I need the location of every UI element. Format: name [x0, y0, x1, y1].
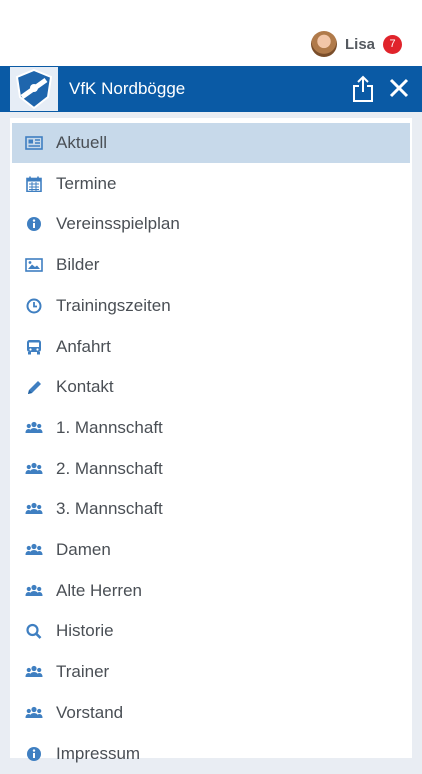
menu-item-impressum[interactable]: Impressum	[12, 734, 410, 774]
group-icon	[25, 584, 43, 596]
menu-item-damen[interactable]: Damen	[12, 530, 410, 570]
pencil-icon	[28, 381, 41, 395]
menu-item-kontakt[interactable]: Kontakt	[12, 367, 410, 407]
menu-item-historie[interactable]: Historie	[12, 611, 410, 651]
menu-item-label: Impressum	[56, 743, 141, 763]
group-icon	[25, 543, 43, 555]
menu-item-trainingszeiten[interactable]: Trainingszeiten	[12, 286, 410, 326]
avatar[interactable]	[310, 31, 337, 57]
newspaper-icon	[25, 136, 43, 150]
club-logo	[10, 67, 58, 111]
menu-item-label: Vorstand	[56, 702, 124, 722]
info-icon	[27, 746, 41, 761]
menu-item-3-mannschaft[interactable]: 3. Mannschaft	[12, 489, 410, 529]
share-icon[interactable]	[351, 75, 375, 103]
info-icon	[27, 217, 41, 232]
menu-item-label: Termine	[56, 173, 117, 193]
menu-item-label: Kontakt	[56, 377, 114, 397]
top-bar: Lisa 7	[0, 0, 422, 66]
menu-item-label: Damen	[56, 540, 111, 559]
menu-item-alte-herren[interactable]: Alte Herren	[12, 571, 410, 611]
image-icon	[25, 258, 43, 272]
menu-item-label: 2. Mannschaft	[56, 458, 163, 478]
close-icon[interactable]	[388, 77, 410, 99]
user-menu[interactable]: Lisa 7	[310, 31, 402, 57]
menu-item-label: Historie	[56, 621, 114, 641]
menu-item-label: 1. Mannschaft	[56, 417, 163, 437]
menu-item-label: Bilder	[56, 255, 100, 275]
group-icon	[25, 462, 43, 474]
navigation-panel: Aktuell Termine Vereinsspielplan Bilder Trai…	[10, 118, 412, 763]
group-icon	[25, 706, 43, 718]
menu-item-termine[interactable]: Termine	[12, 164, 410, 204]
menu-item-label: Anfahrt	[56, 336, 111, 356]
menu-item-1-mannschaft[interactable]: 1. Mannschaft	[12, 408, 410, 448]
group-icon	[25, 503, 43, 515]
menu-item-trainer[interactable]: Trainer	[12, 652, 410, 692]
app-header: VfK Nordbögge	[0, 66, 422, 112]
menu-item-label: Alte Herren	[56, 580, 142, 600]
menu-item-label: Trainingszeiten	[56, 295, 171, 315]
menu-item-label: 3. Mannschaft	[56, 499, 163, 519]
menu-item-2-mannschaft[interactable]: 2. Mannschaft	[12, 449, 410, 489]
group-icon	[25, 665, 43, 678]
menu-item-aktuell[interactable]: Aktuell	[12, 123, 410, 163]
menu-item-anfahrt[interactable]: Anfahrt	[12, 327, 410, 367]
menu-item-label: Trainer	[56, 662, 110, 682]
menu-item-bilder[interactable]: Bilder	[12, 245, 410, 285]
calendar-icon	[26, 176, 42, 192]
bus-icon	[27, 339, 41, 354]
notification-badge[interactable]: 7	[383, 34, 402, 54]
menu-item-vorstand[interactable]: Vorstand	[12, 693, 410, 733]
menu-item-label: Aktuell	[56, 133, 108, 152]
search-icon	[26, 624, 42, 640]
club-title: VfK Nordbögge	[69, 79, 186, 98]
clock-icon	[26, 298, 42, 314]
group-icon	[25, 421, 43, 433]
user-name[interactable]: Lisa	[345, 36, 375, 53]
menu-item-vereinsspielplan[interactable]: Vereinsspielplan	[12, 204, 410, 244]
menu-item-label: Vereinsspielplan	[56, 214, 180, 234]
